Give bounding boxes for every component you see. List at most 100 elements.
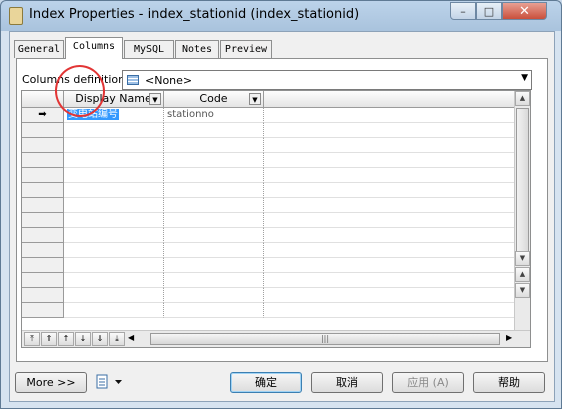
row-header[interactable]: ➡ <box>22 108 64 123</box>
column-header-code[interactable]: Code ▼ <box>164 91 264 108</box>
ok-button[interactable]: 确定 <box>230 372 302 393</box>
display-name-value: 变电站编号 <box>67 109 119 120</box>
chevron-down-icon[interactable]: ▼ <box>521 73 528 83</box>
title-bar[interactable]: Index Properties - index_stationid (inde… <box>1 1 561 31</box>
code-cell[interactable] <box>164 288 264 303</box>
code-cell[interactable] <box>164 198 264 213</box>
scroll-bottom-icon[interactable]: ▼ <box>515 283 530 298</box>
properties-window: Index Properties - index_stationid (inde… <box>0 0 562 409</box>
more-button[interactable]: More >> <box>15 372 87 393</box>
display-name-cell[interactable] <box>64 138 164 153</box>
code-cell[interactable] <box>164 303 264 318</box>
minimize-button[interactable]: – <box>450 2 476 20</box>
filler-cell <box>264 168 516 183</box>
display-name-cell[interactable] <box>64 123 164 138</box>
chevron-down-icon[interactable]: ▼ <box>249 93 261 105</box>
display-name-cell[interactable] <box>64 273 164 288</box>
row-header[interactable] <box>22 243 64 258</box>
tab-preview[interactable]: Preview <box>220 40 272 58</box>
move-top-icon[interactable]: ⤒ <box>24 332 40 346</box>
filler-cell <box>264 228 516 243</box>
filler-cell <box>264 243 516 258</box>
filler-cell <box>264 288 516 303</box>
tab-columns[interactable]: Columns <box>65 37 123 59</box>
scroll-top-icon[interactable]: ▲ <box>515 267 530 282</box>
tab-mysql[interactable]: MySQL <box>124 40 174 58</box>
maximize-button[interactable]: □ <box>476 2 502 20</box>
filler-cell <box>264 213 516 228</box>
display-name-cell[interactable]: 变电站编号 <box>64 108 164 123</box>
scroll-right-icon[interactable]: ▶ <box>506 333 512 342</box>
display-name-cell[interactable] <box>64 228 164 243</box>
scroll-down-icon[interactable]: ▼ <box>515 251 530 266</box>
code-cell[interactable] <box>164 183 264 198</box>
display-name-cell[interactable] <box>64 303 164 318</box>
cancel-button[interactable]: 取消 <box>311 372 383 393</box>
row-header[interactable] <box>22 153 64 168</box>
code-cell[interactable] <box>164 243 264 258</box>
display-name-cell[interactable] <box>64 168 164 183</box>
code-cell[interactable]: stationno <box>164 108 264 123</box>
row-header[interactable] <box>22 213 64 228</box>
close-button[interactable]: ✕ <box>502 2 547 20</box>
row-header[interactable] <box>22 138 64 153</box>
scroll-left-icon[interactable]: ◀ <box>128 333 134 342</box>
row-header[interactable] <box>22 168 64 183</box>
apply-button[interactable]: 应用 (A) <box>392 372 464 393</box>
display-name-cell[interactable] <box>64 243 164 258</box>
code-cell[interactable] <box>164 168 264 183</box>
display-name-cell[interactable] <box>64 198 164 213</box>
row-header[interactable] <box>22 228 64 243</box>
horizontal-scroll-thumb[interactable]: ||| <box>150 333 500 345</box>
column-header-label: Code <box>199 92 228 105</box>
tab-general[interactable]: General <box>14 40 64 58</box>
code-cell[interactable] <box>164 123 264 138</box>
row-header[interactable] <box>22 273 64 288</box>
chevron-down-icon[interactable]: ▼ <box>149 93 161 105</box>
scroll-thumb[interactable] <box>516 108 529 263</box>
layout-menu-button[interactable] <box>95 373 125 391</box>
column-header-display-name[interactable]: Display Name ▼ <box>64 91 164 108</box>
row-header[interactable] <box>22 198 64 213</box>
row-header[interactable] <box>22 123 64 138</box>
display-name-cell[interactable] <box>64 213 164 228</box>
index-icon <box>9 7 23 25</box>
row-header[interactable] <box>22 288 64 303</box>
filler-cell <box>264 258 516 273</box>
filler-cell <box>264 183 516 198</box>
tab-notes[interactable]: Notes <box>175 40 219 58</box>
code-cell[interactable] <box>164 138 264 153</box>
help-button[interactable]: 帮助 <box>473 372 545 393</box>
filler-cell <box>264 108 516 123</box>
row-header[interactable] <box>22 183 64 198</box>
column-header-label: Display Name <box>75 92 152 105</box>
filler-cell <box>264 273 516 288</box>
row-header[interactable] <box>22 303 64 318</box>
code-cell[interactable] <box>164 273 264 288</box>
filler-cell <box>264 303 516 318</box>
code-cell[interactable] <box>164 213 264 228</box>
filler-cell <box>264 123 516 138</box>
columns-grid: Display Name ▼ Code ▼ ➡ 变电站编号 stationno ▲ … <box>21 90 531 348</box>
code-cell[interactable] <box>164 258 264 273</box>
row-header[interactable] <box>22 258 64 273</box>
columns-definition-select[interactable]: <None> ▼ <box>122 70 532 90</box>
window-title: Index Properties - index_stationid (inde… <box>29 7 360 22</box>
columns-definition-value: <None> <box>145 74 193 87</box>
vertical-scrollbar[interactable]: ▲ ▼ ▲ ▼ <box>514 91 530 331</box>
row-header-corner <box>22 91 64 108</box>
scroll-up-icon[interactable]: ▲ <box>515 91 530 106</box>
display-name-cell[interactable] <box>64 258 164 273</box>
move-up-icon[interactable]: ↑ <box>58 332 74 346</box>
move-bottom-icon[interactable]: ⤓ <box>109 332 125 346</box>
display-name-cell[interactable] <box>64 288 164 303</box>
code-cell[interactable] <box>164 228 264 243</box>
move-page-down-icon[interactable]: ⇓ <box>92 332 108 346</box>
move-down-icon[interactable]: ↓ <box>75 332 91 346</box>
move-page-up-icon[interactable]: ⇑ <box>41 332 57 346</box>
column-header-filler <box>264 91 516 108</box>
display-name-cell[interactable] <box>64 153 164 168</box>
list-icon <box>127 75 139 85</box>
code-cell[interactable] <box>164 153 264 168</box>
display-name-cell[interactable] <box>64 183 164 198</box>
